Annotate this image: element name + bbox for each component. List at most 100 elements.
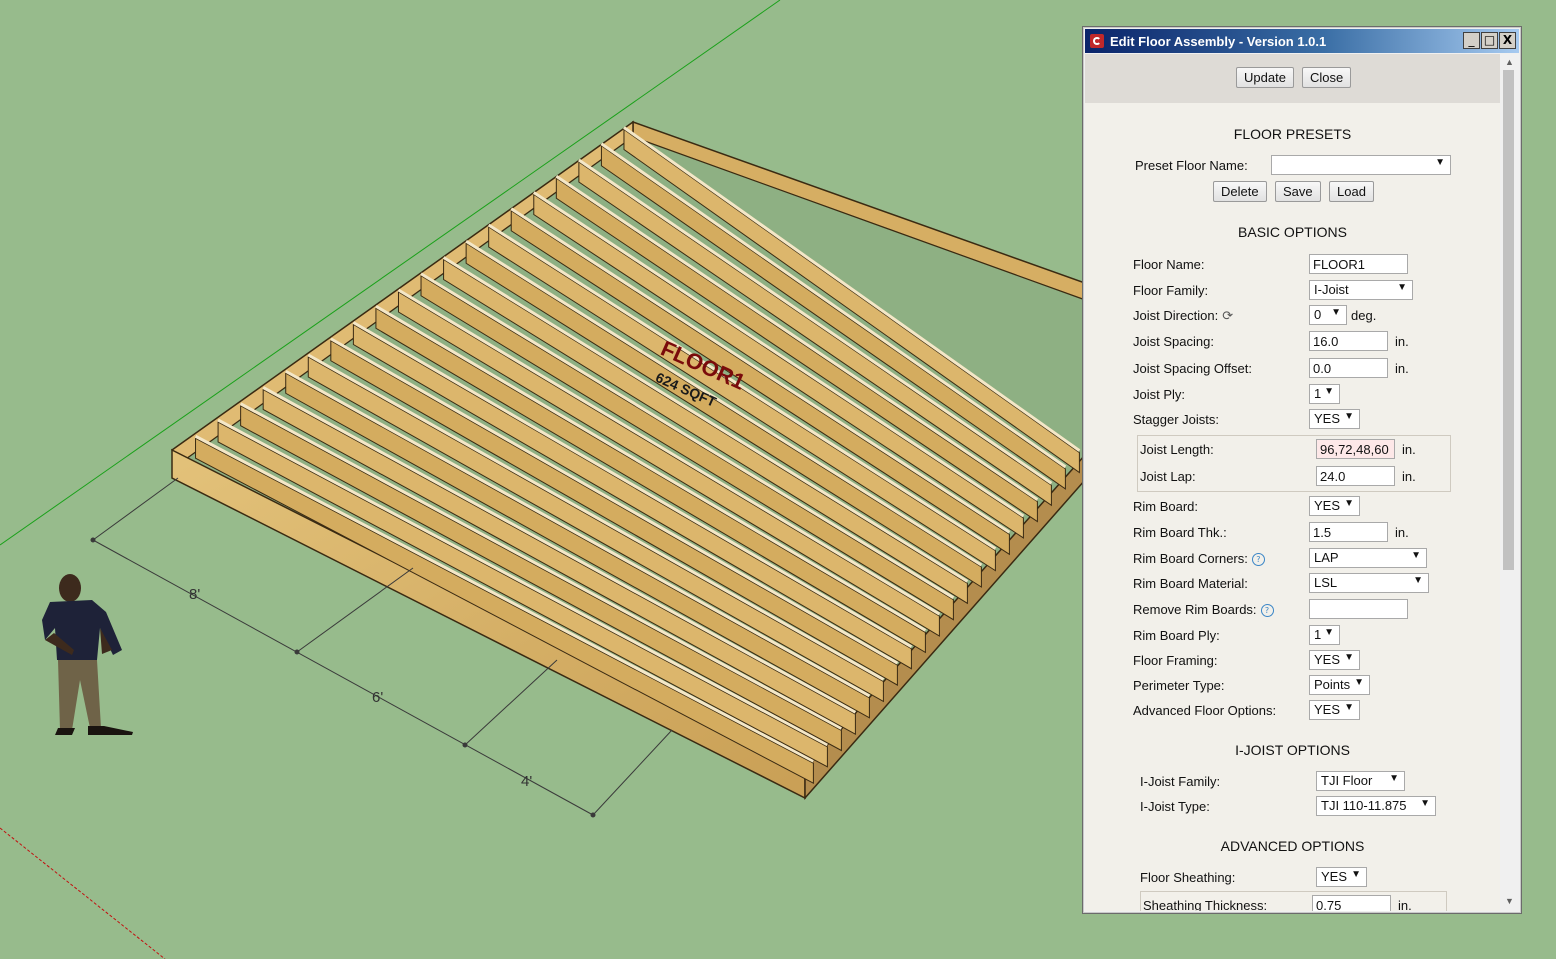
floor-name-label: Floor Name: xyxy=(1133,257,1205,272)
remove-rim-boards-label-text: Remove Rim Boards: xyxy=(1133,602,1257,617)
scale-figure xyxy=(42,574,133,735)
perimeter-type-select[interactable]: Points ▼ xyxy=(1309,675,1370,695)
edit-floor-assembly-dialog: Edit Floor Assembly - Version 1.0.1 _ □ … xyxy=(1082,26,1522,914)
joist-ply-select[interactable]: 1 ▼ xyxy=(1309,384,1340,404)
red-axis xyxy=(0,827,166,959)
ijoist-type-value: TJI 110-11.875 xyxy=(1321,798,1407,813)
rim-board-material-label: Rim Board Material: xyxy=(1133,576,1248,591)
remove-rim-boards-input[interactable] xyxy=(1309,599,1408,619)
chevron-down-icon: ▼ xyxy=(1411,550,1421,561)
rim-board-ply-select[interactable]: 1 ▼ xyxy=(1309,625,1340,645)
joist-direction-select[interactable]: 0 ▼ xyxy=(1309,305,1347,325)
stagger-joists-select[interactable]: YES ▼ xyxy=(1309,409,1360,429)
update-button[interactable]: Update xyxy=(1236,67,1294,88)
maximize-button[interactable]: □ xyxy=(1481,32,1498,49)
joist-lap-unit: in. xyxy=(1402,469,1416,484)
ijoist-type-select[interactable]: TJI 110-11.875 ▼ xyxy=(1316,796,1436,816)
ijoist-options-heading: I-JOIST OPTIONS xyxy=(1235,742,1350,758)
sheathing-thickness-label: Sheathing Thickness: xyxy=(1143,898,1268,911)
floor-name-input[interactable] xyxy=(1309,254,1408,274)
floor-family-select[interactable]: I-Joist ▼ xyxy=(1309,280,1413,300)
rim-board-material-select[interactable]: LSL ▼ xyxy=(1309,573,1429,593)
chevron-down-icon: ▼ xyxy=(1351,869,1361,880)
sheathing-thickness-input[interactable] xyxy=(1312,895,1391,911)
joist-direction-unit: deg. xyxy=(1351,308,1377,323)
close-button[interactable]: Close xyxy=(1302,67,1352,88)
floor-presets-heading: FLOOR PRESETS xyxy=(1233,126,1352,142)
floor-framing-value: YES xyxy=(1314,652,1341,667)
close-window-button[interactable]: X xyxy=(1499,32,1516,49)
load-preset-button[interactable]: Load xyxy=(1329,181,1374,202)
chevron-down-icon: ▼ xyxy=(1354,677,1364,688)
ijoist-family-label: I-Joist Family: xyxy=(1140,774,1221,789)
chevron-down-icon: ▼ xyxy=(1420,798,1430,809)
delete-preset-button[interactable]: Delete xyxy=(1213,181,1267,202)
joist-spacing-offset-unit: in. xyxy=(1395,361,1409,376)
rim-board-corners-label: Rim Board Corners:? xyxy=(1133,551,1265,566)
joist-direction-value: 0 xyxy=(1314,307,1322,322)
rim-board-thk-label: Rim Board Thk.: xyxy=(1133,525,1227,540)
dimension-label-2: 6' xyxy=(372,689,383,706)
minimize-button[interactable]: _ xyxy=(1463,32,1480,49)
rim-board-ply-value: 1 xyxy=(1314,627,1322,642)
chevron-down-icon: ▼ xyxy=(1344,702,1354,713)
joist-spacing-input[interactable] xyxy=(1309,331,1388,351)
dimension-label-1: 8' xyxy=(189,586,200,603)
rim-board-select[interactable]: YES ▼ xyxy=(1309,496,1360,516)
dialog-toolbar: Update Close xyxy=(1085,54,1500,103)
perimeter-type-value: Points xyxy=(1314,677,1351,692)
rim-board-corners-label-text: Rim Board Corners: xyxy=(1133,551,1248,566)
save-preset-button[interactable]: Save xyxy=(1275,181,1321,202)
chevron-down-icon: ▼ xyxy=(1331,307,1341,318)
stagger-joists-value: YES xyxy=(1314,411,1341,426)
dialog-content: FLOOR PRESETS Preset Floor Name: ▼ Delet… xyxy=(1085,103,1500,911)
rim-board-label: Rim Board: xyxy=(1133,499,1199,514)
advanced-floor-options-value: YES xyxy=(1314,702,1341,717)
chevron-down-icon: ▼ xyxy=(1435,157,1445,168)
rim-board-corners-value: LAP xyxy=(1314,550,1339,565)
floor-framing-label: Floor Framing: xyxy=(1133,653,1218,668)
preset-floor-name-select[interactable]: ▼ xyxy=(1271,155,1451,175)
joist-spacing-label: Joist Spacing: xyxy=(1133,334,1214,349)
dialog-titlebar[interactable]: Edit Floor Assembly - Version 1.0.1 _ □ … xyxy=(1085,29,1519,53)
advanced-floor-options-label: Advanced Floor Options: xyxy=(1133,703,1277,718)
scroll-up-icon[interactable]: ▲ xyxy=(1505,57,1514,67)
advanced-floor-options-select[interactable]: YES ▼ xyxy=(1309,700,1360,720)
help-icon[interactable]: ? xyxy=(1251,553,1265,566)
sheathing-thickness-unit: in. xyxy=(1398,898,1412,911)
joist-spacing-offset-input[interactable] xyxy=(1309,358,1388,378)
rim-board-ply-label: Rim Board Ply: xyxy=(1133,628,1220,643)
joist-spacing-offset-label: Joist Spacing Offset: xyxy=(1133,361,1252,376)
ijoist-type-label: I-Joist Type: xyxy=(1140,799,1210,814)
joist-lap-input[interactable] xyxy=(1316,466,1395,486)
help-icon[interactable]: ? xyxy=(1260,604,1274,617)
rotate-icon[interactable]: ⟳ xyxy=(1222,309,1233,324)
dimension-label-3: 4' xyxy=(521,773,532,790)
joist-direction-label: Joist Direction: ⟳ xyxy=(1133,308,1233,324)
scroll-down-icon[interactable]: ▼ xyxy=(1505,896,1514,906)
floor-framing-select[interactable]: YES ▼ xyxy=(1309,650,1360,670)
rim-board-thk-input[interactable] xyxy=(1309,522,1388,542)
advanced-options-heading: ADVANCED OPTIONS xyxy=(1220,838,1365,854)
joist-direction-label-text: Joist Direction: xyxy=(1133,308,1219,323)
joist-ply-value: 1 xyxy=(1314,386,1322,401)
rim-board-thk-unit: in. xyxy=(1395,525,1409,540)
dialog-scrollbar[interactable]: ▲ ▼ xyxy=(1501,54,1518,911)
joist-ply-label: Joist Ply: xyxy=(1133,387,1186,402)
rim-board-material-value: LSL xyxy=(1314,575,1338,590)
chevron-down-icon: ▼ xyxy=(1397,282,1407,293)
preset-floor-name-label: Preset Floor Name: xyxy=(1135,158,1248,173)
chevron-down-icon: ▼ xyxy=(1413,575,1423,586)
floor-sheathing-value: YES xyxy=(1321,869,1348,884)
ijoist-family-value: TJI Floor xyxy=(1321,773,1373,788)
rim-board-corners-select[interactable]: LAP ▼ xyxy=(1309,548,1427,568)
scrollbar-thumb[interactable] xyxy=(1503,70,1514,570)
chevron-down-icon: ▼ xyxy=(1344,498,1354,509)
rim-board-value: YES xyxy=(1314,498,1341,513)
chevron-down-icon: ▼ xyxy=(1389,773,1399,784)
ijoist-family-select[interactable]: TJI Floor ▼ xyxy=(1316,771,1405,791)
floor-sheathing-select[interactable]: YES ▼ xyxy=(1316,867,1367,887)
perimeter-type-label: Perimeter Type: xyxy=(1133,678,1225,693)
joist-length-label: Joist Length: xyxy=(1140,442,1214,457)
joist-length-input[interactable] xyxy=(1316,439,1395,459)
